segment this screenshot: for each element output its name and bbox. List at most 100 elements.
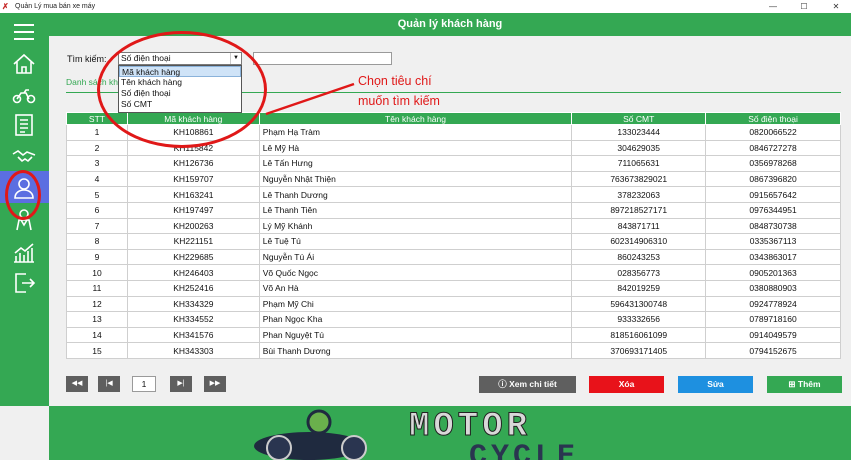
table-cell: 133023444	[571, 124, 707, 141]
table-cell: 370693171405	[571, 342, 707, 359]
table-cell: 8	[66, 233, 128, 250]
last-page-button[interactable]: ▶▶	[204, 376, 226, 392]
info-icon: ⓘ	[498, 379, 510, 389]
table-cell: 897218527171	[571, 201, 707, 219]
table-cell: Lê Mỹ Hà	[258, 139, 573, 157]
table-cell: Lê Thanh Tiên	[258, 201, 573, 219]
table-cell: KH200263	[126, 217, 260, 235]
table-cell: 763673829021	[571, 170, 707, 188]
minimize-button[interactable]: —	[759, 0, 787, 13]
view-detail-button[interactable]: ⓘ Xem chi tiết	[479, 376, 576, 393]
invoice-icon[interactable]	[9, 110, 39, 140]
table-cell: 0343863017	[705, 248, 841, 266]
table-cell: KH126736	[126, 155, 260, 172]
table-cell: Lê Thanh Dương	[258, 186, 573, 203]
table-cell: KH159707	[126, 170, 260, 188]
banner-subtitle: CYCLE	[469, 440, 580, 460]
annotation-text: Chọn tiêu chí muốn tìm kiếm	[358, 71, 440, 111]
home-icon[interactable]	[9, 49, 39, 79]
highlight-circle	[5, 170, 41, 220]
table-cell: Nguyễn Nhật Thiện	[258, 170, 573, 188]
table-row[interactable]: 5 KH163241 Lê Thanh Dương 378232063 09156576…	[66, 186, 841, 203]
table-cell: 2	[66, 139, 128, 157]
sidebar	[0, 13, 49, 406]
table-row[interactable]: 11 KH252416 Võ An Hà 842019259 0380880903	[66, 279, 841, 297]
table-cell: 602314906310	[571, 233, 707, 250]
table-row[interactable]: 13 KH334552 Phan Ngọc Kha 933332656 07897181…	[66, 311, 841, 328]
motorbike-icon[interactable]	[9, 80, 39, 110]
table-cell: 860243253	[571, 248, 707, 266]
table-cell: 596431300748	[571, 295, 707, 313]
menu-icon[interactable]	[9, 17, 39, 47]
table-cell: Võ An Hà	[258, 279, 573, 297]
table-row[interactable]: 3 KH126736 Lê Tấn Hưng 711065631 0356978268	[66, 155, 841, 172]
table-cell: 378232063	[571, 186, 707, 203]
table-cell: 0380880903	[705, 279, 841, 297]
table-cell: 0335367113	[705, 233, 841, 250]
table-cell: 0846727278	[705, 139, 841, 157]
table-cell: 304629035	[571, 139, 707, 157]
table-cell: Phạm Hạ Tràm	[258, 124, 573, 141]
table-cell: Lê Tấn Hưng	[258, 155, 573, 172]
column-header[interactable]: Tên khách hàng	[258, 112, 573, 125]
column-header[interactable]: Số CMT	[571, 112, 707, 125]
view-detail-label: Xem chi tiết	[509, 379, 557, 389]
table-row[interactable]: 10 KH246403 Võ Quốc Ngọc 028356773 090520136…	[66, 264, 841, 281]
table-cell: 028356773	[571, 264, 707, 281]
table-cell: KH229685	[126, 248, 260, 266]
table-cell: KH252416	[126, 279, 260, 297]
table-cell: KH341576	[126, 326, 260, 344]
table-cell: 12	[66, 295, 128, 313]
bottom-banner: MOTOR CYCLE	[49, 406, 851, 460]
table-cell: 5	[66, 186, 128, 203]
close-button[interactable]: ✕	[822, 0, 850, 13]
table-cell: KH246403	[126, 264, 260, 281]
table-cell: KH343303	[126, 342, 260, 359]
table-cell: 4	[66, 170, 128, 188]
delete-button[interactable]: Xóa	[589, 376, 664, 393]
table-cell: 0976344951	[705, 201, 841, 219]
table-row[interactable]: 4 KH159707 Nguyễn Nhật Thiện 763673829021 08…	[66, 170, 841, 188]
table-cell: 842019259	[571, 279, 707, 297]
table-cell: 13	[66, 311, 128, 328]
table-row[interactable]: 9 KH229685 Nguyễn Tú Ái 860243253 0343863017	[66, 248, 841, 266]
table-row[interactable]: 7 KH200263 Lý Mỹ Khánh 843871711 0848730738	[66, 217, 841, 235]
logout-icon[interactable]	[9, 268, 39, 298]
edit-button[interactable]: Sửa	[678, 376, 753, 393]
table-row[interactable]: 14 KH341576 Phan Nguyệt Tú 818516061099 0914…	[66, 326, 841, 344]
page-number-input[interactable]: 1	[132, 376, 156, 392]
add-button[interactable]: ⊞ Thêm	[767, 376, 842, 393]
handshake-icon[interactable]	[9, 141, 39, 171]
first-page-button[interactable]: ◀◀	[66, 376, 88, 392]
table-cell: Bùi Thanh Dương	[258, 342, 573, 359]
table-cell: 9	[66, 248, 128, 266]
table-cell: KH197497	[126, 201, 260, 219]
table-cell: 0915657642	[705, 186, 841, 203]
table-cell: 0794152675	[705, 342, 841, 359]
table-cell: KH334552	[126, 311, 260, 328]
search-label: Tìm kiếm:	[67, 54, 107, 64]
table-cell: Phạm Mỹ Chi	[258, 295, 573, 313]
window-title: Quản Lý mua bán xe máy	[15, 3, 96, 10]
prev-page-button[interactable]: |◀	[98, 376, 120, 392]
motorcycle-logo	[254, 409, 367, 460]
next-page-button[interactable]: ▶|	[170, 376, 192, 392]
table-row[interactable]: 6 KH197497 Lê Thanh Tiên 897218527171 097634…	[66, 201, 841, 219]
table-cell: Phan Ngọc Kha	[258, 311, 573, 328]
table-cell: 11	[66, 279, 128, 297]
table-row[interactable]: 15 KH343303 Bùi Thanh Dương 370693171405 079…	[66, 342, 841, 359]
table-cell: 3	[66, 155, 128, 172]
search-input[interactable]	[253, 52, 392, 65]
table-cell: 0924778924	[705, 295, 841, 313]
table-cell: Lý Mỹ Khánh	[258, 217, 573, 235]
table-cell: 0867396820	[705, 170, 841, 188]
table-row[interactable]: 12 KH334329 Phạm Mỹ Chi 596431300748 0924778…	[66, 295, 841, 313]
table-cell: 933332656	[571, 311, 707, 328]
statistics-icon[interactable]	[9, 237, 39, 267]
table-cell: KH163241	[126, 186, 260, 203]
annotation-line: muốn tìm kiếm	[358, 94, 440, 108]
table-row[interactable]: 8 KH221151 Lê Tuệ Tú 602314906310 0335367113	[66, 233, 841, 250]
column-header[interactable]: Số điện thoại	[705, 112, 841, 125]
maximize-button[interactable]: ☐	[790, 0, 818, 13]
window-titlebar: ✗ Quản Lý mua bán xe máy — ☐ ✕	[0, 0, 851, 13]
